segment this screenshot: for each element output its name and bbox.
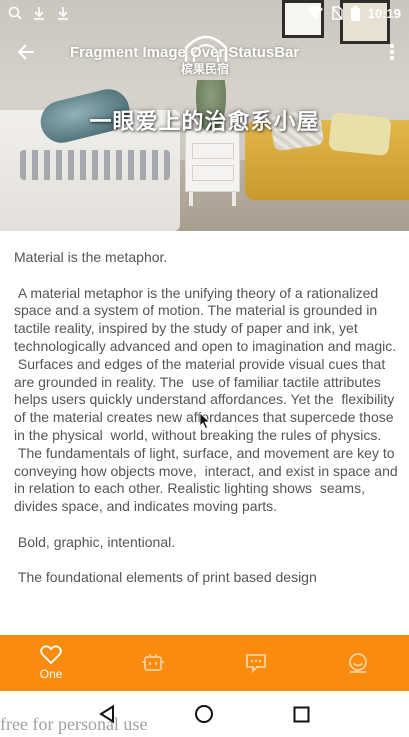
face-icon: [348, 653, 367, 673]
download-icon: [58, 7, 68, 20]
article-paragraph: A material metaphor is the unifying theo…: [14, 284, 398, 515]
nav-item-robot[interactable]: [102, 635, 204, 691]
home-circle-icon[interactable]: [194, 704, 214, 724]
download-icon: [34, 7, 44, 20]
nav-item-label: One: [39, 667, 63, 681]
wifi-icon: [306, 6, 323, 19]
status-bar: 10:19: [0, 0, 409, 26]
nav-item-face[interactable]: [307, 635, 409, 691]
nav-item-message[interactable]: [205, 635, 307, 691]
more-vert-icon: [390, 44, 394, 60]
status-time: 10:19: [367, 5, 401, 21]
watermark-text: free for personal use: [0, 714, 148, 734]
hero-headline: 一眼爱上的治愈系小屋: [89, 110, 320, 135]
heart-icon: [40, 645, 62, 665]
arrow-back-icon: [17, 44, 34, 60]
toolbar: Fragment Image Over StatusBar: [0, 26, 409, 78]
battery-icon: [350, 5, 360, 21]
no-sim-icon: [331, 6, 343, 20]
bottom-navigation: One: [0, 635, 409, 691]
mouse-cursor-icon: [199, 412, 211, 430]
message-icon: [245, 654, 266, 673]
nav-item-one[interactable]: One: [0, 635, 102, 691]
article-paragraph: The foundational elements of print based…: [14, 569, 317, 586]
nightstand: [185, 130, 240, 206]
back-button[interactable]: [0, 26, 52, 78]
robot-icon: [142, 654, 165, 671]
recents-square-icon[interactable]: [293, 706, 310, 723]
search-icon: [8, 6, 22, 20]
article-content[interactable]: Material is the metaphor. A material met…: [0, 231, 409, 635]
article-paragraph: Bold, graphic, intentional.: [14, 533, 176, 550]
bed-blanket: [20, 150, 170, 180]
article-paragraph: Material is the metaphor.: [14, 249, 168, 265]
more-options-button[interactable]: [375, 26, 409, 78]
toolbar-title: Fragment Image Over StatusBar: [70, 43, 300, 61]
